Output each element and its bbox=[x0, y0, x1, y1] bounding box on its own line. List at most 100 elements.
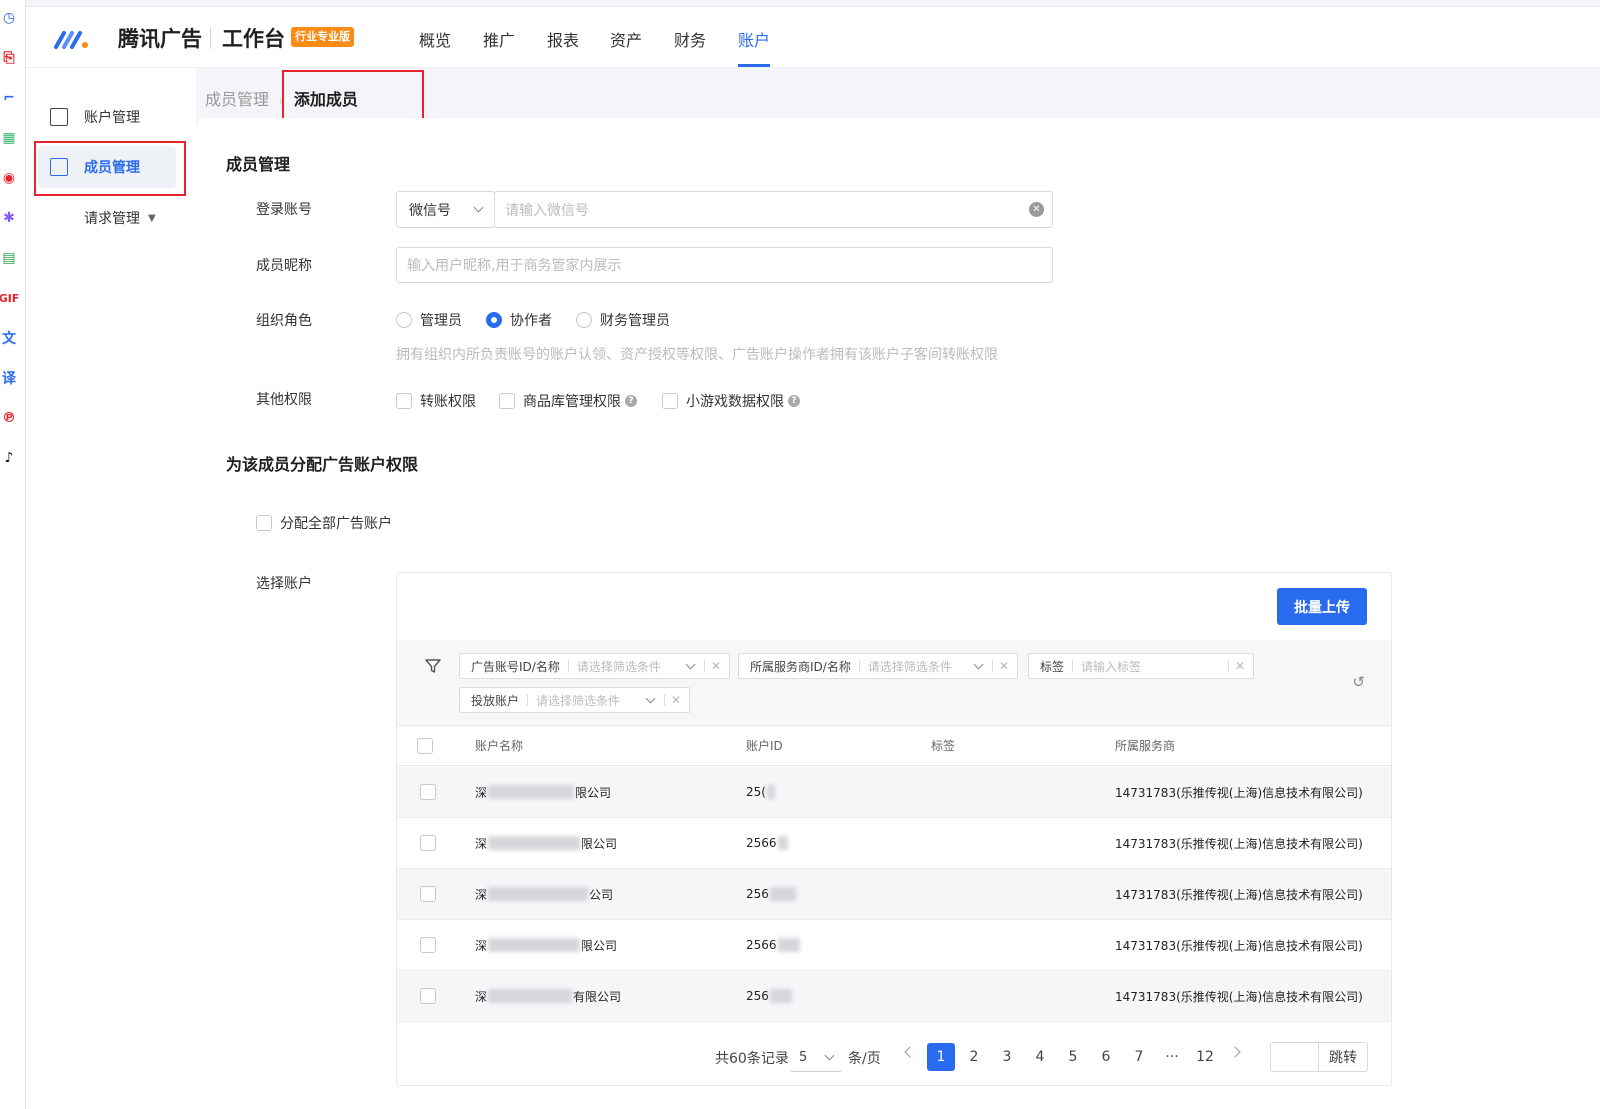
page-number[interactable]: 5 bbox=[1059, 1043, 1087, 1071]
nav-assets[interactable]: 资产 bbox=[610, 27, 642, 51]
page-number[interactable]: 7 bbox=[1125, 1043, 1153, 1071]
page-size-select[interactable]: 5 bbox=[791, 1044, 841, 1072]
translate-select-extension-icon[interactable]: 译 bbox=[0, 368, 18, 388]
row-checkbox[interactable] bbox=[420, 971, 436, 1021]
minigame-permission-checkbox[interactable]: 小游戏数据权限 ? bbox=[662, 391, 800, 411]
account-name-suffix: 限公司 bbox=[575, 785, 612, 800]
prev-page-icon[interactable] bbox=[904, 1046, 916, 1058]
remove-filter-icon[interactable]: ✕ bbox=[711, 659, 721, 673]
filter-icon[interactable] bbox=[424, 657, 442, 675]
chevron-down-icon bbox=[685, 659, 696, 669]
account-name-prefix: 深 bbox=[475, 989, 488, 1004]
login-type-select[interactable]: 微信号 bbox=[396, 191, 495, 228]
sidebar-item-label: 账户管理 bbox=[84, 110, 140, 126]
nickname-input[interactable]: 输入用户昵称,用于商务管家内展示 bbox=[396, 247, 1053, 283]
radio-circle bbox=[576, 312, 592, 328]
table-row[interactable]: 深 限公司 25(14731783(乐推传视(上海)信息技术有限公司) bbox=[397, 767, 1391, 818]
row-checkbox[interactable] bbox=[420, 767, 436, 817]
batch-upload-button[interactable]: 批量上传 bbox=[1277, 588, 1367, 625]
provider-cell: 14731783(乐推传视(上海)信息技术有限公司) bbox=[1115, 836, 1363, 851]
account-name-cell: 深 限公司 bbox=[475, 818, 617, 868]
transfer-permission-checkbox[interactable]: 转账权限 bbox=[396, 391, 476, 411]
account-name-prefix: 深 bbox=[475, 887, 488, 902]
row-checkbox[interactable] bbox=[420, 869, 436, 919]
sidebar-item-account-management[interactable]: 账户管理 bbox=[38, 96, 176, 138]
clear-icon[interactable]: ✕ bbox=[1029, 202, 1044, 217]
page-number[interactable]: 3 bbox=[993, 1043, 1021, 1071]
checkbox-square bbox=[256, 515, 272, 531]
select-all-checkbox[interactable] bbox=[417, 726, 433, 765]
catalog-permission-checkbox[interactable]: 商品库管理权限 ? bbox=[499, 391, 637, 411]
crop-extension-icon[interactable]: ⌐ bbox=[0, 88, 18, 108]
page-number[interactable]: 6 bbox=[1092, 1043, 1120, 1071]
nav-promotion[interactable]: 推广 bbox=[483, 27, 515, 51]
nickname-label: 成员昵称 bbox=[256, 258, 312, 274]
filter-tag[interactable]: 标签 请输入标签 ✕ bbox=[1028, 653, 1254, 679]
bug-extension-icon[interactable]: ✱ bbox=[0, 208, 18, 228]
jump-page-input[interactable] bbox=[1271, 1043, 1319, 1071]
filter-ad-account[interactable]: 广告账号ID/名称 请选择筛选条件 ✕ bbox=[459, 653, 730, 679]
role-admin-radio[interactable]: 管理员 bbox=[396, 310, 462, 330]
account-name-prefix: 深 bbox=[475, 938, 488, 953]
table-header: 账户名称 账户ID 标签 所属服务商 bbox=[397, 726, 1391, 766]
redacted-mask bbox=[766, 785, 775, 799]
page-number[interactable]: 12 bbox=[1191, 1043, 1219, 1071]
remove-filter-icon[interactable]: ✕ bbox=[1235, 659, 1245, 673]
filter-placeholder: 请选择筛选条件 bbox=[536, 693, 621, 708]
page-number[interactable]: 2 bbox=[960, 1043, 988, 1071]
brand-divider bbox=[210, 27, 211, 49]
section-title-member: 成员管理 bbox=[226, 155, 291, 174]
notes-extension-icon[interactable]: ▤ bbox=[0, 248, 18, 268]
help-icon[interactable]: ? bbox=[788, 395, 800, 407]
filter-bar: 广告账号ID/名称 请选择筛选条件 ✕ 所属服务商ID/名称 请选择筛选条件 ✕… bbox=[397, 640, 1391, 726]
redacted-mask bbox=[488, 887, 589, 901]
nav-reports[interactable]: 报表 bbox=[547, 27, 579, 51]
remove-filter-icon[interactable]: ✕ bbox=[671, 693, 681, 707]
account-name-cell: 深 限公司 bbox=[475, 767, 611, 817]
account-name-cell: 深 公司 bbox=[475, 869, 613, 919]
page-number[interactable]: 4 bbox=[1026, 1043, 1054, 1071]
table-row[interactable]: 深 限公司 2566 14731783(乐推传视(上海)信息技术有限公司) bbox=[397, 920, 1391, 971]
jump-page-group: 跳转 bbox=[1270, 1042, 1368, 1072]
row-checkbox[interactable] bbox=[420, 920, 436, 970]
table-row[interactable]: 深 限公司 2566 14731783(乐推传视(上海)信息技术有限公司) bbox=[397, 818, 1391, 869]
record-extension-icon[interactable]: ◉ bbox=[0, 168, 18, 188]
account-name-prefix: 深 bbox=[475, 836, 488, 851]
help-icon[interactable]: ? bbox=[625, 395, 637, 407]
nav-finance[interactable]: 财务 bbox=[674, 27, 706, 51]
login-type-value: 微信号 bbox=[409, 202, 451, 219]
account-name-suffix: 有限公司 bbox=[573, 989, 622, 1004]
role-admin-label: 管理员 bbox=[420, 313, 462, 329]
gif-extension-icon[interactable]: GIF bbox=[0, 288, 19, 308]
account-id-prefix: 2566 bbox=[746, 938, 777, 952]
table-row[interactable]: 深 有限公司 256 14731783(乐推传视(上海)信息技术有限公司) bbox=[397, 971, 1391, 1022]
provider-cell: 14731783(乐推传视(上海)信息技术有限公司) bbox=[1115, 785, 1363, 800]
account-name-cell: 深 限公司 bbox=[475, 920, 617, 970]
page-number[interactable]: 1 bbox=[927, 1043, 955, 1071]
translate-extension-icon[interactable]: 文 bbox=[0, 328, 18, 348]
assign-all-checkbox[interactable]: 分配全部广告账户 bbox=[256, 513, 392, 533]
nav-account[interactable]: 账户 bbox=[738, 27, 770, 51]
next-page-icon[interactable] bbox=[1229, 1046, 1241, 1058]
wechat-id-input[interactable]: 请输入微信号 bbox=[494, 191, 1053, 228]
remove-filter-icon[interactable]: ✕ bbox=[999, 659, 1009, 673]
qr-extension-icon[interactable]: ▦ bbox=[0, 128, 18, 148]
pinterest-extension-icon[interactable]: ℗ bbox=[0, 408, 18, 428]
row-checkbox[interactable] bbox=[420, 818, 436, 868]
filter-delivery-account[interactable]: 投放账户 请选择筛选条件 ✕ bbox=[459, 687, 690, 713]
nav-overview[interactable]: 概览 bbox=[419, 27, 451, 51]
pdf-extension-icon[interactable]: ⎘ bbox=[0, 48, 18, 68]
account-id-prefix: 256 bbox=[746, 887, 769, 901]
role-collaborator-radio[interactable]: 协作者 bbox=[486, 310, 552, 330]
role-finance-admin-radio[interactable]: 财务管理员 bbox=[576, 310, 670, 330]
clock-extension-icon[interactable]: ◷ bbox=[0, 8, 18, 28]
sidebar-item-request-management[interactable]: 请求管理 ▼ bbox=[38, 197, 176, 239]
tiktok-extension-icon[interactable]: ♪ bbox=[0, 448, 18, 468]
filter-service-provider[interactable]: 所属服务商ID/名称 请选择筛选条件 ✕ bbox=[738, 653, 1018, 679]
filter-placeholder: 请选择筛选条件 bbox=[576, 659, 661, 674]
reset-icon[interactable]: ↺ bbox=[1352, 673, 1365, 691]
jump-button[interactable]: 跳转 bbox=[1319, 1043, 1367, 1071]
breadcrumb-parent[interactable]: 成员管理 bbox=[205, 90, 269, 109]
table-row[interactable]: 深 公司 256 14731783(乐推传视(上海)信息技术有限公司) bbox=[397, 869, 1391, 920]
workbench-title: 工作台 bbox=[222, 27, 285, 51]
